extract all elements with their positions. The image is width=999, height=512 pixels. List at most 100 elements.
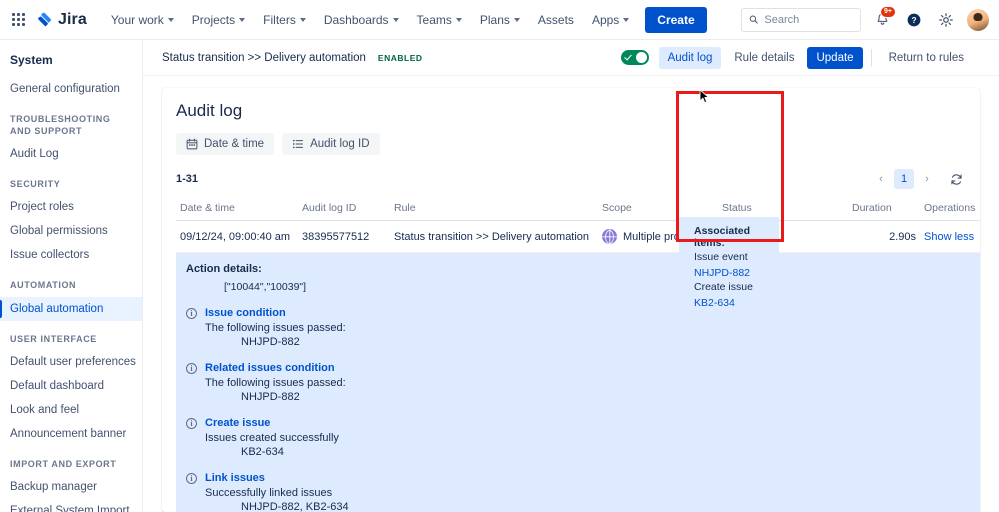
chevron-down-icon (623, 17, 630, 22)
pagination: ‹ 1 › (872, 169, 966, 189)
table-row[interactable]: 09/12/24, 09:00:40 am 38395577512 Status… (176, 220, 980, 253)
associated-items-popup: Associated items: Issue event NHJPD-882 … (679, 217, 779, 318)
primary-nav-links: Your work Projects Filters Dashboards Te… (103, 7, 637, 33)
nav-dashboards-label: Dashboards (323, 12, 389, 27)
detail-block-issue-key: NHJPD-882, KB2-634 (241, 501, 349, 512)
sidebar-group-user-interface: User interface (10, 333, 97, 344)
page-shell: System General configuration Troubleshoo… (0, 40, 999, 512)
settings-button[interactable] (935, 9, 957, 31)
result-bar: 1-31 ‹ 1 › (176, 169, 966, 189)
column-header-date-time: Date & time (176, 196, 298, 221)
svg-text:?: ? (911, 14, 916, 24)
nav-filters[interactable]: Filters (255, 7, 314, 33)
notifications-button[interactable]: 9+ (871, 5, 896, 31)
detail-block-title[interactable]: Related issues condition (186, 362, 980, 374)
cell-rule: Status transition >> Delivery automation (390, 220, 598, 253)
filter-date-time-button[interactable]: Date & time (176, 133, 275, 155)
nav-plans[interactable]: Plans (472, 7, 528, 33)
pagination-next-button[interactable]: › (918, 170, 936, 188)
rule-name: Status transition >> Delivery automation (162, 51, 366, 64)
tab-rule-details[interactable]: Rule details (725, 47, 803, 69)
toolbar-divider (870, 48, 872, 67)
info-icon: i (186, 363, 197, 374)
sidebar-item-backup-manager[interactable]: Backup manager (0, 475, 142, 499)
sidebar-item-audit-log[interactable]: Audit Log (0, 142, 142, 166)
detail-block-title[interactable]: Create issue (186, 417, 980, 429)
column-header-audit-log-id: Audit log ID (298, 196, 390, 221)
return-to-rules-button[interactable]: Return to rules (880, 47, 973, 69)
nav-plans-label: Plans (479, 12, 510, 27)
nav-apps[interactable]: Apps (584, 7, 637, 33)
sidebar-item-default-user-preferences[interactable]: Default user preferences (0, 350, 142, 374)
nav-projects[interactable]: Projects (184, 7, 253, 33)
pagination-prev-button[interactable]: ‹ (872, 170, 890, 188)
expanded-detail-row: Action details: ["10044","10039"] i Issu… (176, 252, 980, 512)
associated-item-link[interactable]: KB2-634 (694, 297, 779, 309)
detail-block-create-issue: i Create issue Issues created successful… (176, 417, 980, 458)
filter-audit-log-id-button[interactable]: Audit log ID (282, 133, 380, 155)
sidebar-item-general-configuration[interactable]: General configuration (0, 77, 142, 101)
show-less-button[interactable]: Show less (924, 231, 974, 243)
detail-block-title[interactable]: Link issues (186, 472, 980, 484)
search-box[interactable] (741, 7, 861, 32)
check-icon (623, 52, 632, 61)
result-count: 1-31 (176, 173, 199, 185)
sidebar-item-project-roles[interactable]: Project roles (0, 195, 142, 219)
sidebar-item-external-system-import[interactable]: External System Import (0, 499, 142, 512)
detail-block-issue-condition: i Issue condition The following issues p… (176, 307, 980, 348)
detail-block-text: The following issues passed: (205, 377, 346, 389)
cell-date-time: 09/12/24, 09:00:40 am (176, 220, 298, 253)
nav-dashboards[interactable]: Dashboards (316, 7, 407, 33)
sidebar-group-security: Security (10, 179, 61, 190)
detail-block-title[interactable]: Issue condition (186, 307, 980, 319)
help-button[interactable]: ? (903, 9, 925, 31)
sidebar-group-troubleshooting: Troubleshooting and support (10, 114, 111, 137)
sidebar-item-global-permissions[interactable]: Global permissions (0, 219, 142, 243)
nav-your-work[interactable]: Your work (103, 7, 182, 33)
detail-block-related-issues-condition: i Related issues condition The following… (176, 362, 980, 403)
sidebar-item-default-dashboard[interactable]: Default dashboard (0, 374, 142, 398)
chevron-down-icon (299, 17, 306, 22)
associated-items-title: Associated items: (694, 225, 751, 249)
pagination-page-1[interactable]: 1 (894, 169, 914, 189)
column-header-operations: Operations (920, 196, 980, 221)
notification-count-badge: 9+ (880, 5, 896, 18)
settings-sidebar: System General configuration Troubleshoo… (0, 40, 143, 512)
user-avatar[interactable] (967, 8, 989, 31)
sidebar-item-look-and-feel[interactable]: Look and feel (0, 398, 142, 422)
filter-date-time-label: Date & time (204, 138, 265, 150)
rule-header-actions: Audit log Rule details Update Return to … (620, 46, 973, 69)
rule-header-bar: Status transition >> Delivery automation… (143, 40, 999, 76)
nav-filters-label: Filters (263, 12, 296, 27)
refresh-button[interactable] (946, 169, 966, 189)
filter-audit-log-id-label: Audit log ID (310, 138, 370, 150)
cell-duration: 2.90s (848, 220, 920, 253)
column-header-duration: Duration (848, 196, 920, 221)
table-header-row: Date & time Audit log ID Rule Scope Stat… (176, 196, 980, 221)
tab-audit-log[interactable]: Audit log (658, 46, 722, 69)
calendar-icon (186, 138, 198, 150)
associated-item-label: Create issue (694, 281, 753, 293)
nav-assets[interactable]: Assets (530, 7, 582, 33)
column-header-rule: Rule (390, 196, 598, 221)
rule-enable-toggle[interactable] (620, 50, 649, 65)
sidebar-item-global-automation[interactable]: Global automation (0, 296, 142, 321)
jira-logo[interactable]: Jira (36, 11, 87, 29)
page-title: Audit log (176, 101, 243, 120)
nav-teams[interactable]: Teams (409, 7, 470, 33)
detail-block-text: Issues created successfully (205, 432, 339, 444)
nav-right-group: 9+ ? (741, 5, 989, 32)
top-navigation-bar: Jira Your work Projects Filters Dashboar… (0, 0, 999, 40)
sidebar-item-issue-collectors[interactable]: Issue collectors (0, 243, 142, 267)
app-switcher-icon[interactable] (8, 10, 28, 30)
audit-log-table: Date & time Audit log ID Rule Scope Stat… (176, 196, 980, 512)
associated-item-link[interactable]: NHJPD-882 (694, 267, 779, 279)
action-details-panel: Action details: ["10044","10039"] i Issu… (176, 253, 980, 512)
search-input[interactable] (764, 13, 853, 26)
sidebar-item-announcement-banner[interactable]: Announcement banner (0, 422, 142, 446)
detail-block-text: The following issues passed: (205, 322, 346, 334)
chevron-down-icon (239, 17, 246, 22)
create-button[interactable]: Create (645, 6, 707, 33)
chevron-down-icon (392, 17, 399, 22)
update-button[interactable]: Update (807, 46, 863, 69)
